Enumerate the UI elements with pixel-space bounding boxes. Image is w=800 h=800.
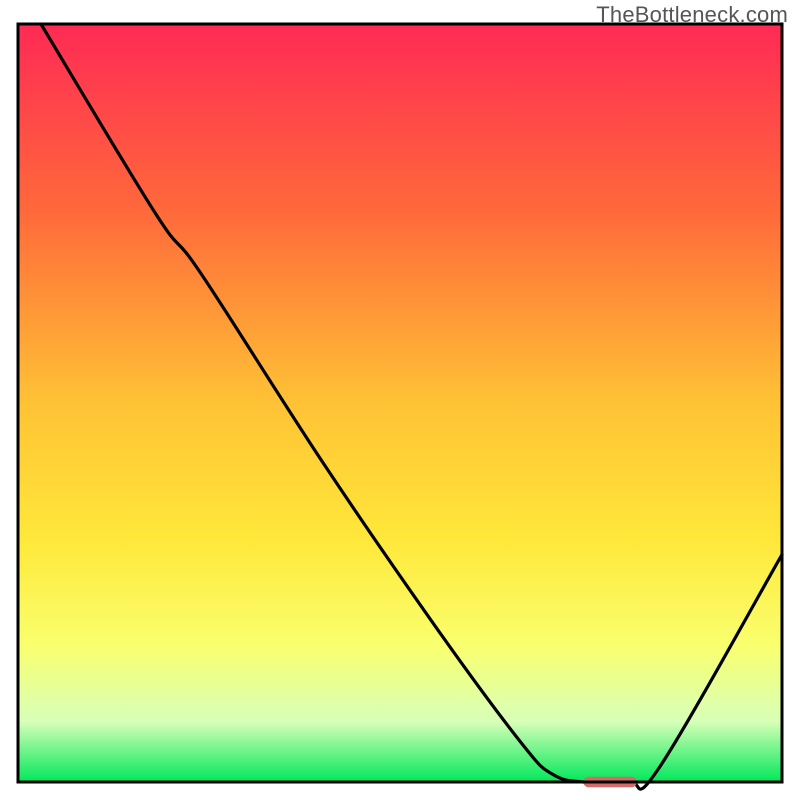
bottleneck-chart: TheBottleneck.com xyxy=(0,0,800,800)
chart-svg xyxy=(0,0,800,800)
gradient-background xyxy=(18,24,782,782)
watermark-text: TheBottleneck.com xyxy=(596,2,788,28)
